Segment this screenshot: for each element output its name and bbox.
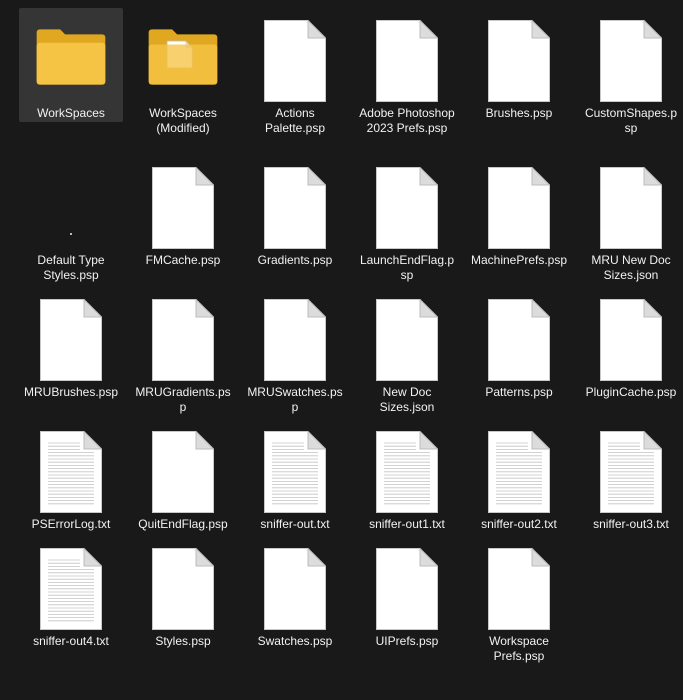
file-item-machineprefs-psp[interactable]: MachinePrefs.psp (467, 155, 571, 268)
text-file-icon (595, 419, 667, 513)
file-icon (259, 155, 331, 249)
file-item-workspaces-modified[interactable]: WorkSpaces (Modified) (131, 8, 235, 136)
file-item-mru-new-doc-sizes-json[interactable]: MRU New Doc Sizes.json (579, 155, 683, 283)
file-item-customshapes-psp[interactable]: CustomShapes.psp (579, 8, 683, 136)
file-name-label: MRU New Doc Sizes.json (591, 253, 671, 282)
file-name-label: MRUBrushes.psp (23, 385, 119, 399)
file-icon (483, 8, 555, 102)
file-name-label: MRUGradients.psp (135, 385, 231, 414)
file-name-label: Workspace Prefs.psp (489, 634, 549, 663)
file-icon (595, 287, 667, 381)
text-file-icon (35, 536, 107, 630)
file-name-label: sniffer-out3.txt (593, 517, 669, 531)
file-name-label: QuitEndFlag.psp (138, 517, 228, 531)
text-file-icon (35, 419, 107, 513)
file-name-label: Default Type Styles.psp (37, 253, 105, 282)
file-item-swatches-psp[interactable]: Swatches.psp (243, 536, 347, 649)
file-item-actions-palette-psp[interactable]: Actions Palette.psp (243, 8, 347, 136)
file-item-sniffer-out3-txt[interactable]: sniffer-out3.txt (579, 419, 683, 532)
file-icon (483, 536, 555, 630)
file-name-label: sniffer-out1.txt (369, 517, 445, 531)
file-icon (35, 287, 107, 381)
file-name-label: Patterns.psp (485, 385, 553, 399)
file-name-label: sniffer-out2.txt (481, 517, 557, 531)
file-name-label: PSErrorLog.txt (31, 517, 111, 531)
file-item-patterns-psp[interactable]: Patterns.psp (467, 287, 571, 400)
file-name-label: UIPrefs.psp (375, 634, 439, 648)
file-icon (147, 536, 219, 630)
file-item-gradients-psp[interactable]: Gradients.psp (243, 155, 347, 268)
file-name-label: Gradients.psp (257, 253, 333, 267)
file-item-sniffer-out-txt[interactable]: sniffer-out.txt (243, 419, 347, 532)
file-icon (147, 419, 219, 513)
file-item-brushes-psp[interactable]: Brushes.psp (467, 8, 571, 121)
file-name-label: MRUSwatches.psp (247, 385, 343, 414)
file-name-label: MachinePrefs.psp (470, 253, 568, 267)
file-item-mruswatches-psp[interactable]: MRUSwatches.psp (243, 287, 347, 415)
folder-icon (35, 8, 107, 92)
file-name-label: Brushes.psp (485, 106, 553, 120)
file-icon (259, 8, 331, 102)
text-file-icon (371, 419, 443, 513)
file-name-label: Swatches.psp (257, 634, 333, 648)
file-icon (483, 287, 555, 381)
generic-file-icon (35, 155, 107, 249)
text-file-icon (259, 419, 331, 513)
file-icon (371, 8, 443, 102)
file-item-mrugradients-psp[interactable]: MRUGradients.psp (131, 287, 235, 415)
file-name-label: sniffer-out4.txt (33, 634, 109, 648)
file-icon (259, 287, 331, 381)
file-item-plugincache-psp[interactable]: PluginCache.psp (579, 287, 683, 400)
file-name-label: Adobe Photoshop 2023 Prefs.psp (359, 106, 455, 135)
file-item-uiprefs-psp[interactable]: UIPrefs.psp (355, 536, 459, 649)
file-name-label: WorkSpaces (37, 106, 105, 120)
file-item-launchendflag-psp[interactable]: LaunchEndFlag.psp (355, 155, 459, 283)
file-item-quitendflag-psp[interactable]: QuitEndFlag.psp (131, 419, 235, 532)
file-item-workspace-prefs-psp[interactable]: Workspace Prefs.psp (467, 536, 571, 664)
file-item-sniffer-out1-txt[interactable]: sniffer-out1.txt (355, 419, 459, 532)
file-name-label: CustomShapes.psp (584, 106, 678, 135)
file-icon (595, 8, 667, 102)
file-name-label: sniffer-out.txt (260, 517, 330, 531)
file-item-sniffer-out2-txt[interactable]: sniffer-out2.txt (467, 419, 571, 532)
folder-icon (147, 8, 219, 92)
file-icon (483, 155, 555, 249)
file-name-label: LaunchEndFlag.psp (359, 253, 455, 282)
file-icon (259, 536, 331, 630)
file-icon (371, 287, 443, 381)
file-icon (147, 155, 219, 249)
file-grid: WorkSpaces WorkSpaces (Modified) Actions P… (0, 0, 683, 700)
file-name-label: Actions Palette.psp (264, 106, 326, 135)
file-item-default-type-styles-psp[interactable]: Default Type Styles.psp (19, 155, 123, 283)
file-name-label: New Doc Sizes.json (379, 385, 435, 414)
file-item-adobe-photoshop-2023-prefs-psp[interactable]: Adobe Photoshop 2023 Prefs.psp (355, 8, 459, 136)
file-item-sniffer-out4-txt[interactable]: sniffer-out4.txt (19, 536, 123, 649)
file-icon (595, 155, 667, 249)
text-file-icon (483, 419, 555, 513)
file-item-pserrorlog-txt[interactable]: PSErrorLog.txt (19, 419, 123, 532)
file-name-label: FMCache.psp (145, 253, 221, 267)
file-item-new-doc-sizes-json[interactable]: New Doc Sizes.json (355, 287, 459, 415)
file-icon (147, 287, 219, 381)
file-icon (371, 155, 443, 249)
file-name-label: WorkSpaces (Modified) (149, 106, 217, 135)
file-icon (371, 536, 443, 630)
file-item-workspaces[interactable]: WorkSpaces (19, 8, 123, 122)
file-name-label: PluginCache.psp (585, 385, 677, 399)
file-item-mrubrushes-psp[interactable]: MRUBrushes.psp (19, 287, 123, 400)
file-item-fmcache-psp[interactable]: FMCache.psp (131, 155, 235, 268)
file-item-styles-psp[interactable]: Styles.psp (131, 536, 235, 649)
file-name-label: Styles.psp (155, 634, 211, 648)
